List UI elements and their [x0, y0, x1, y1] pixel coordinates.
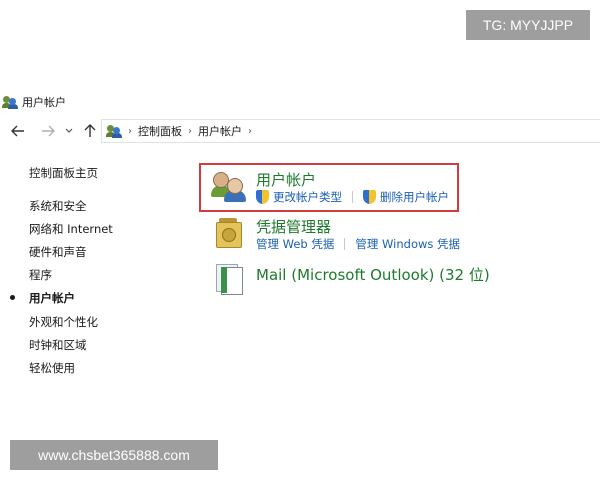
- window-title-bar: 用户帐户: [2, 93, 66, 111]
- breadcrumb-chevron-icon[interactable]: ›: [248, 126, 252, 137]
- sidebar-item-control-panel-home[interactable]: 控制面板主页: [29, 165, 98, 181]
- back-button[interactable]: [10, 120, 26, 142]
- credential-vault-icon[interactable]: [214, 218, 244, 248]
- link-divider: [352, 191, 353, 203]
- sidebar-item-system-security[interactable]: 系统和安全: [29, 198, 87, 214]
- watermark-bottom: www.chsbet365888.com: [10, 440, 218, 470]
- watermark-top: TG: MYYJJPP: [466, 10, 590, 40]
- address-bar[interactable]: › 控制面板 › 用户帐户 ›: [101, 119, 600, 143]
- manage-windows-credentials-link[interactable]: 管理 Windows 凭据: [355, 236, 460, 252]
- window-title: 用户帐户: [22, 96, 66, 109]
- sidebar-item-user-accounts[interactable]: 用户帐户: [29, 290, 75, 306]
- manage-web-credentials-link[interactable]: 管理 Web 凭据: [256, 236, 334, 252]
- breadcrumb-user-accounts[interactable]: 用户帐户: [198, 123, 242, 139]
- users-icon: [2, 95, 18, 109]
- link-divider: [344, 238, 346, 250]
- arrow-right-icon: [42, 125, 55, 137]
- remove-user-account-link[interactable]: 删除用户帐户: [380, 189, 449, 205]
- chevron-down-icon: [65, 128, 73, 133]
- sidebar-item-programs[interactable]: 程序: [29, 267, 52, 283]
- breadcrumb-chevron-icon[interactable]: ›: [188, 126, 192, 137]
- breadcrumb-chevron-icon[interactable]: ›: [128, 126, 132, 137]
- arrow-up-icon: [84, 124, 96, 137]
- recent-locations-button[interactable]: [64, 120, 74, 142]
- section-title-credential-manager[interactable]: 凭据管理器: [256, 216, 331, 237]
- sidebar-item-network-internet[interactable]: 网络和 Internet: [29, 221, 113, 237]
- uac-shield-icon: [256, 190, 269, 204]
- section-links-credential-manager: 管理 Web 凭据 管理 Windows 凭据: [256, 236, 460, 252]
- breadcrumb-control-panel[interactable]: 控制面板: [138, 123, 182, 139]
- sidebar-item-appearance[interactable]: 外观和个性化: [29, 314, 98, 330]
- sidebar-item-clock-region[interactable]: 时钟和区域: [29, 337, 87, 353]
- active-bullet-icon: [10, 295, 15, 300]
- sidebar-item-hardware-sound[interactable]: 硬件和声音: [29, 244, 87, 260]
- section-title-user-accounts[interactable]: 用户帐户: [256, 169, 316, 190]
- users-icon[interactable]: [211, 170, 247, 202]
- section-links-user-accounts: 更改帐户类型 删除用户帐户: [256, 189, 449, 205]
- uac-shield-icon: [363, 190, 376, 204]
- forward-button[interactable]: [40, 120, 56, 142]
- section-title-mail[interactable]: Mail (Microsoft Outlook) (32 位): [256, 264, 490, 285]
- users-icon: [106, 124, 122, 138]
- change-account-type-link[interactable]: 更改帐户类型: [273, 189, 342, 205]
- mail-icon[interactable]: [213, 262, 245, 295]
- up-button[interactable]: [82, 120, 98, 142]
- arrow-left-icon: [11, 125, 24, 137]
- navigation-bar: › 控制面板 › 用户帐户 ›: [0, 118, 600, 144]
- sidebar-item-ease-of-access[interactable]: 轻松使用: [29, 360, 75, 376]
